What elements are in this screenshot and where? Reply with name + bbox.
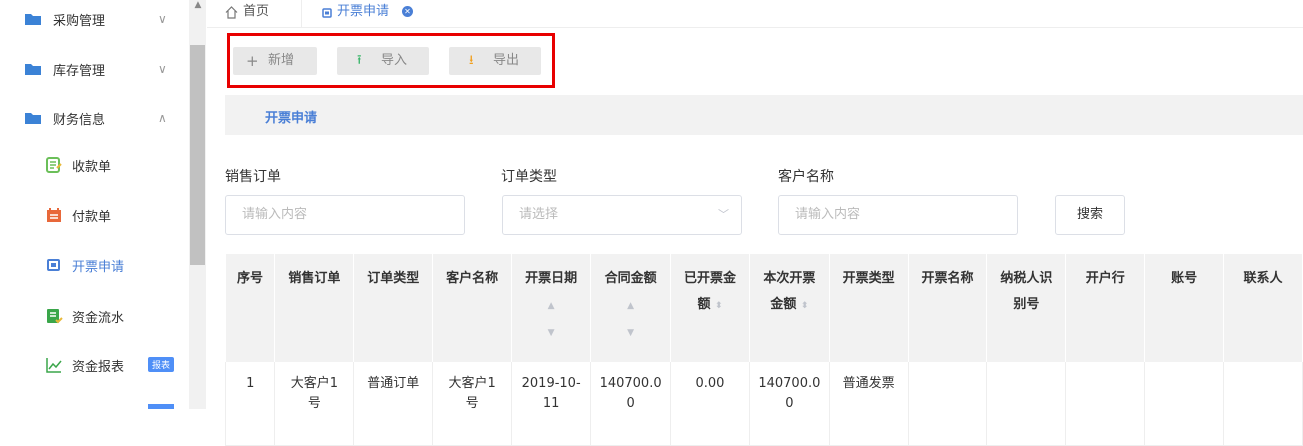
table-cell bbox=[907, 362, 988, 446]
upload-icon: ⭱ bbox=[357, 53, 362, 68]
sidebar-item-fund-report[interactable]: 资金报表 报表 bbox=[0, 350, 189, 380]
chevron-down-icon: ﹀ bbox=[718, 208, 729, 221]
header-contact: 联系人 bbox=[1223, 254, 1303, 362]
header-invoice-date[interactable]: 开票日期 ▲ ▼ bbox=[511, 254, 592, 362]
download-icon: ⭳ bbox=[469, 53, 474, 68]
header-contract-amount[interactable]: 合同金额 ▲ ▼ bbox=[590, 254, 671, 362]
header-invoiced-amount[interactable]: 已开票金额 ⬍ bbox=[670, 254, 751, 362]
chevron-up-icon: ∧ bbox=[158, 111, 167, 125]
report-badge: 报表 bbox=[148, 357, 175, 372]
sidebar-item-payment[interactable]: 付款单 bbox=[0, 200, 189, 230]
table-header-row: 序号 销售订单 订单类型 客户名称 开票日期 ▲ ▼ 合同金额 ▲ ▼ 已开票金额 ⬍ … bbox=[225, 254, 1303, 362]
export-button[interactable]: ⭳ 导出 bbox=[449, 47, 541, 75]
chevron-down-icon: ∨ bbox=[158, 62, 167, 76]
table-cell bbox=[986, 362, 1067, 446]
header-customer: 客户名称 bbox=[432, 254, 513, 362]
customer-name-label: 客户名称 bbox=[778, 169, 834, 185]
tab-bar: 首页 开票申请 ✕ bbox=[207, 0, 1303, 28]
sales-order-input[interactable]: 请输入内容 bbox=[225, 195, 465, 235]
table-cell: 140700.0 0 bbox=[749, 362, 830, 446]
sales-order-label: 销售订单 bbox=[225, 169, 281, 185]
table-cell: 普通订单 bbox=[353, 362, 434, 446]
sidebar-item-label: 资金流水 bbox=[72, 310, 125, 326]
sidebar-item-label: 资金报表 bbox=[72, 359, 125, 375]
sidebar: 采购管理 ∨ 库存管理 ∨ 财务信息 ∧ 收款单 付款单 开票申请 资金流水 资… bbox=[0, 0, 190, 409]
header-account: 账号 bbox=[1144, 254, 1225, 362]
menu-item-purchase[interactable]: 采购管理 ∨ bbox=[0, 4, 189, 34]
close-icon[interactable]: ✕ bbox=[402, 6, 413, 17]
header-sales-order: 销售订单 bbox=[274, 254, 355, 362]
panel-header: 开票申请 bbox=[225, 95, 1303, 135]
tab-label: 开票申请 bbox=[337, 4, 390, 19]
export-button-label: 导出 bbox=[493, 53, 520, 68]
table-cell: 大客户1 号 bbox=[274, 362, 355, 446]
invoice-icon bbox=[47, 259, 60, 271]
cashflow-icon bbox=[47, 309, 63, 324]
invoice-icon bbox=[322, 8, 332, 18]
order-type-placeholder: 请选择 bbox=[519, 207, 559, 222]
chart-line-icon bbox=[46, 358, 62, 373]
sort-icon: ▲ ▼ bbox=[627, 301, 635, 338]
add-button-label: 新增 bbox=[268, 53, 295, 68]
payment-icon bbox=[47, 208, 61, 222]
header-invoice-type: 开票类型 bbox=[829, 254, 909, 362]
sidebar-item-label: 付款单 bbox=[72, 209, 112, 225]
header-index: 序号 bbox=[225, 254, 276, 362]
table-cell: 2019-10- 11 bbox=[511, 362, 592, 446]
folder-icon bbox=[25, 14, 41, 25]
sidebar-item-label: 收款单 bbox=[72, 159, 112, 175]
table-row[interactable]: 1 大客户1 号普通订单 大客户1 号 2019-10- 11 140700.0 0 0.… bbox=[224, 362, 1303, 446]
customer-name-input[interactable]: 请输入内容 bbox=[778, 195, 1018, 235]
table-cell bbox=[1065, 362, 1146, 446]
table-cell: 1 bbox=[224, 362, 276, 446]
menu-label: 财务信息 bbox=[53, 112, 106, 128]
next-item-badge bbox=[148, 404, 174, 409]
header-current-amount[interactable]: 本次开票 金额 ⬍ bbox=[749, 254, 830, 362]
menu-item-finance[interactable]: 财务信息 ∧ bbox=[0, 103, 189, 133]
sort-icon: ▲ ▼ bbox=[547, 301, 555, 338]
table-cell bbox=[1144, 362, 1225, 446]
folder-icon bbox=[25, 113, 41, 124]
sidebar-item-label: 开票申请 bbox=[72, 259, 125, 275]
sort-icon: ⬍ bbox=[800, 301, 809, 311]
folder-icon bbox=[25, 64, 41, 75]
chevron-down-icon: ∨ bbox=[158, 12, 167, 26]
order-type-label: 订单类型 bbox=[501, 169, 557, 185]
home-icon bbox=[225, 6, 238, 19]
import-button[interactable]: ⭱ 导入 bbox=[337, 47, 429, 75]
header-invoice-name: 开票名称 bbox=[908, 254, 988, 362]
menu-label: 库存管理 bbox=[53, 63, 106, 79]
panel-title: 开票申请 bbox=[265, 111, 318, 126]
sidebar-item-cashflow[interactable]: 资金流水 bbox=[0, 301, 189, 331]
add-button[interactable]: + 新增 bbox=[233, 47, 317, 75]
tab-label: 首页 bbox=[243, 4, 270, 19]
order-type-select[interactable]: 请选择 ﹀ bbox=[502, 195, 742, 235]
main-content: + 新增 ⭱ 导入 ⭳ 导出 开票申请 销售订单 订单类型 客户名称 请输入内容… bbox=[207, 28, 1303, 446]
receipt-icon bbox=[46, 157, 62, 173]
sidebar-item-receipt[interactable]: 收款单 bbox=[0, 150, 189, 180]
import-button-label: 导入 bbox=[381, 53, 408, 68]
table-cell: 普通发票 bbox=[828, 362, 909, 446]
invoice-table: 序号 销售订单 订单类型 客户名称 开票日期 ▲ ▼ 合同金额 ▲ ▼ 已开票金额 ⬍ … bbox=[224, 254, 1303, 446]
scrollbar-thumb[interactable] bbox=[190, 45, 205, 265]
scroll-up-arrow-icon[interactable]: ▲ bbox=[193, 0, 203, 10]
sidebar-item-invoice-request[interactable]: 开票申请 bbox=[0, 250, 189, 280]
search-button[interactable]: 搜索 bbox=[1055, 195, 1125, 235]
header-order-type: 订单类型 bbox=[353, 254, 434, 362]
header-taxpayer-id: 纳税人识 别号 bbox=[986, 254, 1067, 362]
table-cell bbox=[1223, 362, 1303, 446]
table-cell: 140700.0 0 bbox=[590, 362, 671, 446]
tab-divider bbox=[301, 0, 302, 27]
sort-icon: ⬍ bbox=[714, 301, 723, 311]
menu-item-inventory[interactable]: 库存管理 ∨ bbox=[0, 54, 189, 84]
table-cell: 大客户1 号 bbox=[432, 362, 513, 446]
menu-label: 采购管理 bbox=[53, 13, 106, 29]
header-bank: 开户行 bbox=[1065, 254, 1146, 362]
table-cell: 0.00 bbox=[669, 362, 751, 446]
plus-icon: + bbox=[246, 52, 259, 70]
